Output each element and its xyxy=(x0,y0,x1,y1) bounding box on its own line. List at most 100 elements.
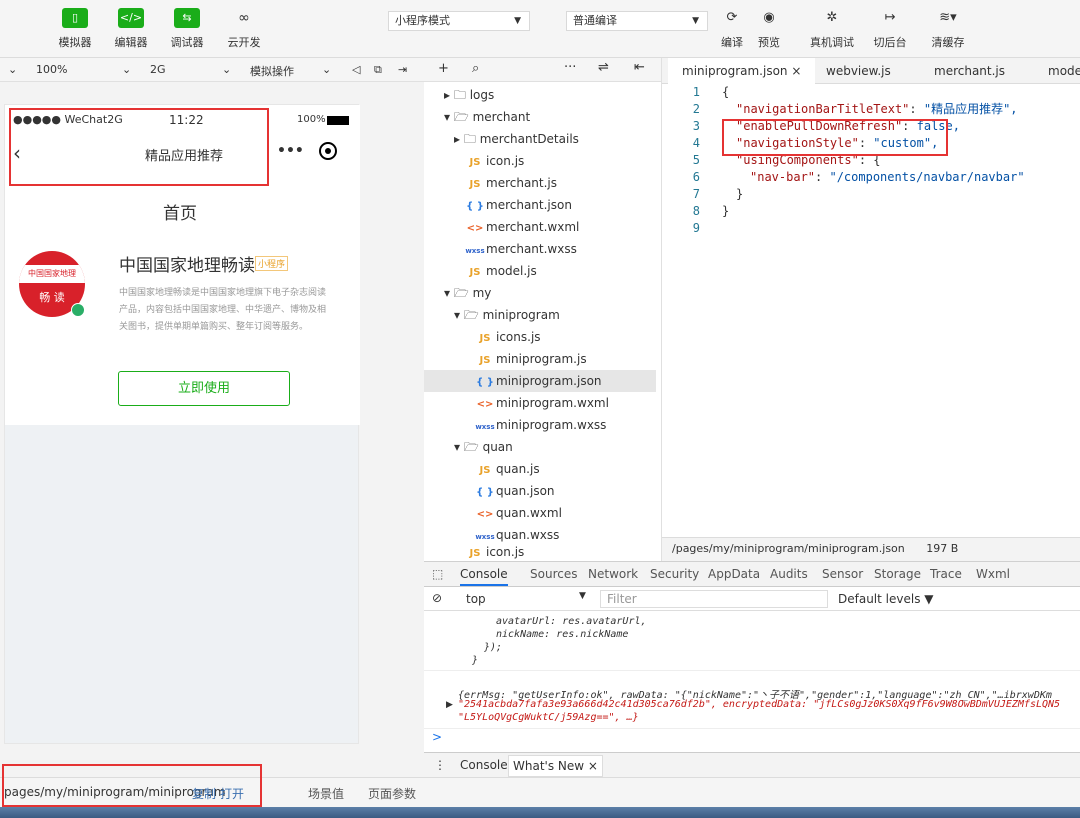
use-now-button[interactable]: 立即使用 xyxy=(118,371,290,406)
tree-label: quan xyxy=(482,440,513,454)
os-taskbar xyxy=(0,807,1080,818)
mode-select[interactable]: 小程序模式 ▼ xyxy=(388,11,530,31)
tab-appdata[interactable]: AppData xyxy=(708,567,760,581)
add-icon[interactable]: + xyxy=(438,61,449,76)
tree-file[interactable]: <> quan.wxml xyxy=(424,502,656,524)
window-icon[interactable]: ⧉ xyxy=(374,63,382,77)
drawer-menu-icon[interactable]: ⋮ xyxy=(434,758,446,772)
background-button[interactable]: ↦ 切后台 xyxy=(870,10,910,50)
compile-select[interactable]: 普通编译 ▼ xyxy=(566,11,708,31)
tree-folder-miniprogram[interactable]: ▾ 🗁 miniprogram xyxy=(424,304,656,326)
clear-cache-button[interactable]: ≋▾ 清缓存 xyxy=(926,10,970,50)
preview-button[interactable]: ◉ 预览 xyxy=(754,10,784,50)
tab-webview-js[interactable]: webview.js xyxy=(812,58,905,84)
file-path: /pages/my/miniprogram/miniprogram.json xyxy=(672,542,905,555)
console-filter-bar: ⊘ top ▼ Filter Default levels ▼ xyxy=(424,587,1080,611)
tree-file[interactable]: JS icon.js xyxy=(424,541,656,563)
tree-file[interactable]: { } quan.json xyxy=(424,480,656,502)
tree-file[interactable]: JS icon.js xyxy=(424,150,656,172)
real-debug-button[interactable]: ✲ 真机调试 xyxy=(804,10,860,50)
tree-folder-logs[interactable]: ▸ 🗀 logs xyxy=(424,84,656,106)
tab-audits[interactable]: Audits xyxy=(770,567,808,581)
zoom-select[interactable]: 100% xyxy=(36,63,67,76)
tab-console[interactable]: Console xyxy=(460,567,508,586)
tab-miniprogram-json[interactable]: miniprogram.json × xyxy=(668,58,816,84)
cloud-button[interactable]: ∞ 云开发 xyxy=(216,8,272,50)
caret-down-icon: ▾ xyxy=(454,440,461,454)
editor-button[interactable]: </> 编辑器 xyxy=(103,8,159,50)
tab-storage[interactable]: Storage xyxy=(874,567,921,581)
page-params-button[interactable]: 页面参数 xyxy=(368,785,416,802)
tree-label: quan.wxml xyxy=(496,506,562,520)
close-capsule-icon[interactable] xyxy=(319,142,337,160)
network-select[interactable]: 2G xyxy=(150,63,166,76)
devtools-drawer-tabs: ⋮ Console What's New × xyxy=(424,752,1080,778)
expand-caret-icon[interactable]: ▶ xyxy=(446,700,453,710)
caret-down-icon: ▼ xyxy=(579,591,586,601)
tree-file[interactable]: { } merchant.json xyxy=(424,194,656,216)
tree-file[interactable]: JS model.js xyxy=(424,260,656,282)
folder-icon: 🗀 xyxy=(463,132,476,146)
more-dots-icon[interactable]: ••• xyxy=(277,143,304,159)
highlight-navigation-style-box xyxy=(722,119,948,156)
simulate-op-select[interactable]: 模拟操作 xyxy=(250,63,294,79)
tree-file[interactable]: <> miniprogram.wxml xyxy=(424,392,656,414)
json-key: "navigationBarTitleText" xyxy=(736,102,910,116)
drawer-tab-console[interactable]: Console xyxy=(460,758,508,772)
tree-folder-merchantdetails[interactable]: ▸ 🗀 merchantDetails xyxy=(424,128,656,150)
volume-icon[interactable]: ◁ xyxy=(352,63,360,76)
caret-right-icon: ▸ xyxy=(454,132,461,146)
compile-button[interactable]: ⟳ 编译 xyxy=(718,10,746,50)
chevron-down-icon[interactable]: ⌄ xyxy=(8,63,17,76)
tree-label: merchant.wxss xyxy=(486,242,577,256)
tree-file[interactable]: JS quan.js xyxy=(424,458,656,480)
tab-sensor[interactable]: Sensor xyxy=(822,567,863,581)
line-number: 5 xyxy=(692,153,700,167)
search-icon[interactable]: ⌕ xyxy=(472,61,479,76)
console-prompt[interactable]: > xyxy=(432,730,442,744)
collapse-icon[interactable]: ⇤ xyxy=(634,60,645,75)
log-levels-select[interactable]: Default levels ▼ xyxy=(838,592,934,606)
tree-file[interactable]: JS miniprogram.js xyxy=(424,348,656,370)
tree-folder-merchant[interactable]: ▾ 🗁 merchant xyxy=(424,106,656,128)
tree-folder-quan[interactable]: ▾ 🗁 quan xyxy=(424,436,656,458)
scene-value-button[interactable]: 场景值 xyxy=(308,785,344,802)
js-file-icon: JS xyxy=(479,355,491,366)
debug-icon: ⇆ xyxy=(174,8,200,28)
inspect-icon[interactable]: ⬚ xyxy=(432,567,443,581)
chevron-down-icon: ⌄ xyxy=(222,63,232,76)
code-text: } xyxy=(736,187,744,201)
tab-sources[interactable]: Sources xyxy=(530,567,577,581)
console-filter-input[interactable]: Filter xyxy=(600,590,828,608)
tab-model[interactable]: model xyxy=(1034,58,1080,84)
tree-file[interactable]: wxssmerchant.wxss xyxy=(424,238,656,260)
tab-wxml[interactable]: Wxml xyxy=(976,567,1010,581)
tab-security[interactable]: Security xyxy=(650,567,699,581)
more-icon[interactable]: ··· xyxy=(564,60,576,75)
tree-folder-my[interactable]: ▾ 🗁 my xyxy=(424,282,656,304)
console-code-line: nickName: res.nickName xyxy=(496,629,629,640)
tree-file[interactable]: JS icons.js xyxy=(424,326,656,348)
tree-file[interactable]: <> merchant.wxml xyxy=(424,216,656,238)
tree-file[interactable]: JS merchant.js xyxy=(424,172,656,194)
tab-trace[interactable]: Trace xyxy=(930,567,962,581)
wxml-file-icon: <> xyxy=(476,509,494,520)
sort-icon[interactable]: ⇌ xyxy=(598,60,609,75)
caret-down-icon: ▾ xyxy=(444,110,451,124)
tree-file-selected[interactable]: { } miniprogram.json xyxy=(424,370,656,392)
context-select[interactable]: top xyxy=(466,592,486,606)
tree-file[interactable]: wxssminiprogram.wxss xyxy=(424,414,656,436)
debugger-button[interactable]: ⇆ 调试器 xyxy=(159,8,215,50)
json-value: "/components/navbar/navbar" xyxy=(829,170,1025,184)
tree-label: quan.js xyxy=(496,462,540,476)
tree-label: quan.json xyxy=(496,484,555,498)
tab-network[interactable]: Network xyxy=(588,567,638,581)
drawer-tab-whats-new[interactable]: What's New × xyxy=(508,755,603,777)
simulator-button[interactable]: ▯ 模拟器 xyxy=(47,8,103,50)
detach-icon[interactable]: ⇥ xyxy=(398,63,407,76)
wxss-file-icon: wxss xyxy=(465,247,485,255)
file-size: 197 B xyxy=(926,542,959,555)
clear-console-icon[interactable]: ⊘ xyxy=(432,591,442,605)
tab-merchant-js[interactable]: merchant.js xyxy=(920,58,1019,84)
real-debug-label: 真机调试 xyxy=(810,36,854,49)
